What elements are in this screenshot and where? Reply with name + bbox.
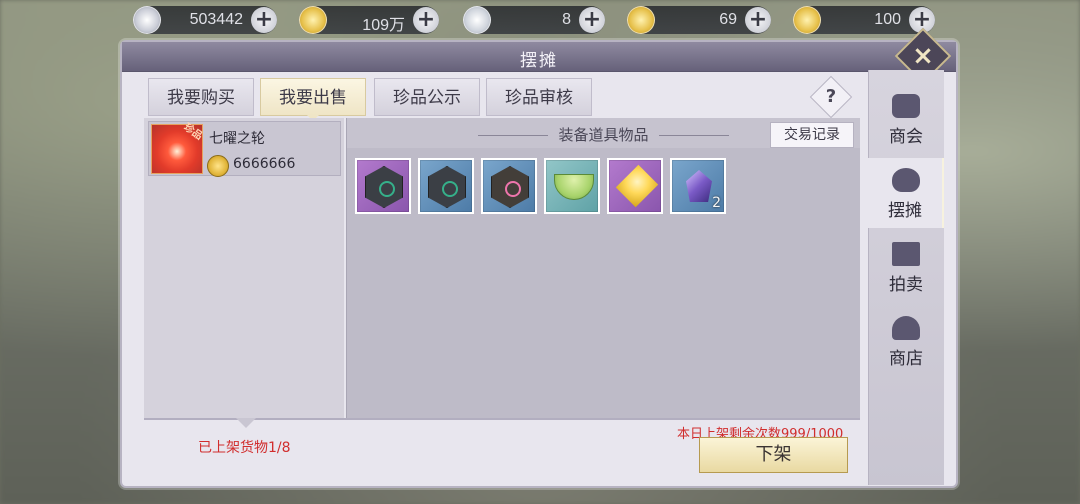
item-count: 2 bbox=[712, 195, 721, 211]
inventory-slot[interactable]: 2 bbox=[670, 158, 726, 214]
inventory-header: 装备道具物品 交易记录 bbox=[347, 118, 860, 148]
currency-silver: 503442 + bbox=[133, 6, 277, 34]
currency-gold: 109万 + bbox=[299, 6, 439, 34]
window-title: 摆摊 bbox=[520, 51, 558, 71]
nav-stall[interactable]: 摆摊 bbox=[868, 158, 944, 228]
purple-crystal-icon bbox=[686, 170, 712, 202]
close-icon: × bbox=[912, 41, 934, 71]
guild-icon bbox=[892, 94, 920, 118]
add-silver-button[interactable]: + bbox=[251, 7, 277, 33]
inventory-slot[interactable] bbox=[544, 158, 600, 214]
inventory-slot[interactable] bbox=[481, 158, 537, 214]
add-gold-button[interactable]: + bbox=[413, 7, 439, 33]
silver-ingot-icon bbox=[463, 6, 491, 34]
currency-value: 69 bbox=[719, 11, 737, 28]
green-emblem-icon bbox=[428, 166, 466, 208]
gold-coin-icon bbox=[299, 6, 327, 34]
tab-treasure-public[interactable]: 珍品公示 bbox=[374, 78, 480, 116]
gold-ingot-locked-icon bbox=[627, 6, 655, 34]
golden-gem-icon bbox=[615, 164, 659, 208]
nav-shop[interactable]: 商店 bbox=[868, 306, 944, 376]
inventory-slot[interactable] bbox=[607, 158, 663, 214]
title-bar: 摆摊 bbox=[122, 42, 956, 72]
currency-silver-ingot: 8 + bbox=[463, 6, 605, 34]
tab-buy[interactable]: 我要购买 bbox=[148, 78, 254, 116]
red-emblem-icon bbox=[491, 166, 529, 208]
tab-label: 我要购买 bbox=[167, 88, 235, 108]
tab-label: 珍品公示 bbox=[393, 88, 461, 108]
currency-value: 503442 bbox=[189, 11, 243, 28]
add-gold-ingot-locked-button[interactable]: + bbox=[745, 7, 771, 33]
add-silver-ingot-button[interactable]: + bbox=[579, 7, 605, 33]
tab-label: 珍品审核 bbox=[505, 88, 573, 108]
nav-label: 商店 bbox=[889, 349, 923, 369]
nav-label: 商会 bbox=[889, 127, 923, 147]
currency-gold-ingot-locked: 69 + bbox=[627, 6, 771, 34]
treasure-tag: 珍品 bbox=[181, 121, 205, 143]
currency-gold-ingot: 100 + bbox=[793, 6, 935, 34]
nav-label: 拍卖 bbox=[889, 275, 923, 295]
jade-bowl-icon bbox=[554, 174, 594, 200]
inventory-slot[interactable] bbox=[355, 158, 411, 214]
trade-record-button[interactable]: 交易记录 bbox=[770, 122, 854, 148]
seven-star-wheel-icon: 珍品 bbox=[151, 122, 204, 174]
listing-name: 七曜之轮 bbox=[209, 131, 265, 147]
green-emblem-icon bbox=[365, 166, 403, 208]
currency-value: 109万 bbox=[362, 17, 405, 34]
listed-goods-count: 已上架货物1/8 bbox=[198, 440, 291, 456]
listed-goods-panel: 珍品 七曜之轮 6666666 bbox=[144, 118, 344, 418]
nav-auction[interactable]: 拍卖 bbox=[868, 232, 944, 302]
gold-coin-icon bbox=[207, 155, 229, 177]
tab-sell[interactable]: 我要出售 bbox=[260, 78, 366, 121]
currency-value: 8 bbox=[562, 11, 571, 28]
currency-value: 100 bbox=[874, 11, 901, 28]
nav-guild[interactable]: 商会 bbox=[868, 84, 944, 154]
tab-label: 我要出售 bbox=[279, 88, 347, 108]
listing-price: 6666666 bbox=[233, 156, 296, 172]
gold-ingot-icon bbox=[793, 6, 821, 34]
stall-bag-icon bbox=[892, 168, 920, 192]
tab-treasure-review[interactable]: 珍品审核 bbox=[486, 78, 592, 116]
help-icon: ? bbox=[825, 86, 837, 107]
side-nav: 商会 摆摊 拍卖 商店 bbox=[868, 70, 944, 485]
shop-icon bbox=[892, 316, 920, 340]
chevron-down-icon[interactable] bbox=[236, 418, 256, 428]
listing-item[interactable]: 珍品 七曜之轮 6666666 bbox=[148, 121, 341, 177]
silver-coin-icon bbox=[133, 6, 161, 34]
inventory-panel: 装备道具物品 交易记录 2 bbox=[346, 118, 860, 420]
delist-button[interactable]: 下架 bbox=[699, 437, 848, 473]
auction-icon bbox=[892, 242, 920, 266]
inventory-slot[interactable] bbox=[418, 158, 474, 214]
nav-label: 摆摊 bbox=[888, 201, 922, 221]
